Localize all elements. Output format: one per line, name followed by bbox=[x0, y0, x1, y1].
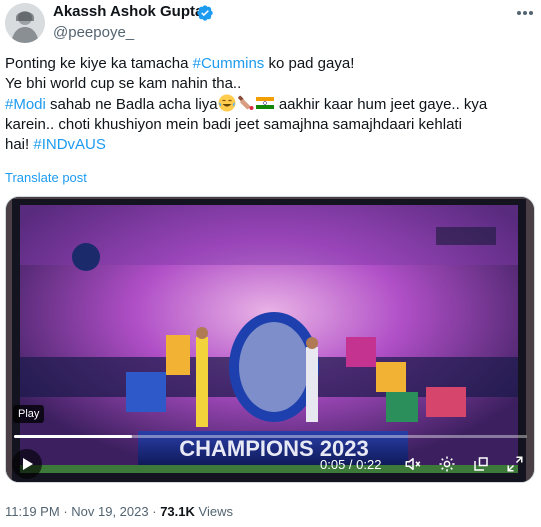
avatar[interactable] bbox=[5, 3, 45, 43]
text-segment: sahab ne Badla acha liya bbox=[45, 96, 218, 113]
text-segment: hai! bbox=[5, 136, 34, 153]
video-frame: CHAMPIONS 2023 bbox=[6, 197, 534, 482]
author-name[interactable]: Akassh Ashok Gupta bbox=[53, 3, 203, 20]
fullscreen-icon[interactable] bbox=[506, 455, 524, 473]
settings-gear-icon[interactable] bbox=[438, 455, 456, 473]
face-with-tears-of-joy-icon bbox=[218, 94, 236, 112]
video-time: 0:05 / 0:22 bbox=[320, 457, 382, 472]
cricket-bat-icon bbox=[237, 95, 254, 110]
progress-fill bbox=[14, 435, 132, 438]
video-player[interactable]: CHAMPIONS 2023 Play 0:05 / 0:22 bbox=[5, 196, 535, 483]
tweet-line: Ye bhi world cup se kam nahin tha.. bbox=[5, 75, 242, 92]
play-tooltip: Play bbox=[13, 405, 45, 423]
tweet-line: #Modi sahab ne Badla acha liya aakhir ka… bbox=[5, 94, 533, 115]
translate-post-link[interactable]: Translate post bbox=[5, 170, 87, 185]
views-label-text: Views bbox=[198, 504, 233, 519]
tweet-header: Akassh Ashok Gupta @peepoye_ bbox=[0, 0, 541, 46]
play-button[interactable] bbox=[12, 449, 42, 479]
tweet-date[interactable]: Nov 19, 2023 bbox=[71, 504, 148, 519]
text-segment: ko pad gaya! bbox=[264, 55, 355, 72]
more-options-icon[interactable] bbox=[514, 4, 536, 22]
video-progress-bar[interactable] bbox=[14, 435, 527, 438]
avatar-image bbox=[5, 3, 45, 43]
tweet-line: hai! #INDvAUS bbox=[5, 135, 533, 155]
views-count: 73.1K bbox=[160, 504, 195, 519]
tweet-line: karein.. choti khushiyon mein badi jeet … bbox=[5, 116, 462, 133]
play-icon bbox=[23, 458, 33, 470]
tweet-meta: 11:19 PM · Nov 19, 2023 · 73.1K Views bbox=[5, 504, 233, 519]
text-segment: Ponting ke kiye ka tamacha bbox=[5, 55, 193, 72]
hashtag-indvaus[interactable]: #INDvAUS bbox=[33, 136, 106, 153]
separator-dot: · bbox=[152, 504, 161, 519]
pop-out-icon[interactable] bbox=[472, 455, 490, 473]
verified-badge-icon bbox=[197, 5, 213, 21]
tweet-text: Ponting ke kiye ka tamacha #Cummins ko p… bbox=[5, 54, 533, 155]
india-flag-icon bbox=[255, 97, 274, 109]
author-handle[interactable]: @peepoye_ bbox=[53, 24, 134, 41]
hashtag-cummins[interactable]: #Cummins bbox=[193, 55, 265, 72]
tweet-time[interactable]: 11:19 PM bbox=[5, 504, 60, 519]
text-segment: aakhir kaar hum jeet gaye.. kya bbox=[274, 96, 488, 113]
views-label: Views bbox=[199, 504, 233, 519]
volume-muted-icon[interactable] bbox=[404, 455, 422, 473]
tweet-line: Ponting ke kiye ka tamacha #Cummins ko p… bbox=[5, 54, 533, 74]
hashtag-modi[interactable]: #Modi bbox=[5, 96, 46, 113]
